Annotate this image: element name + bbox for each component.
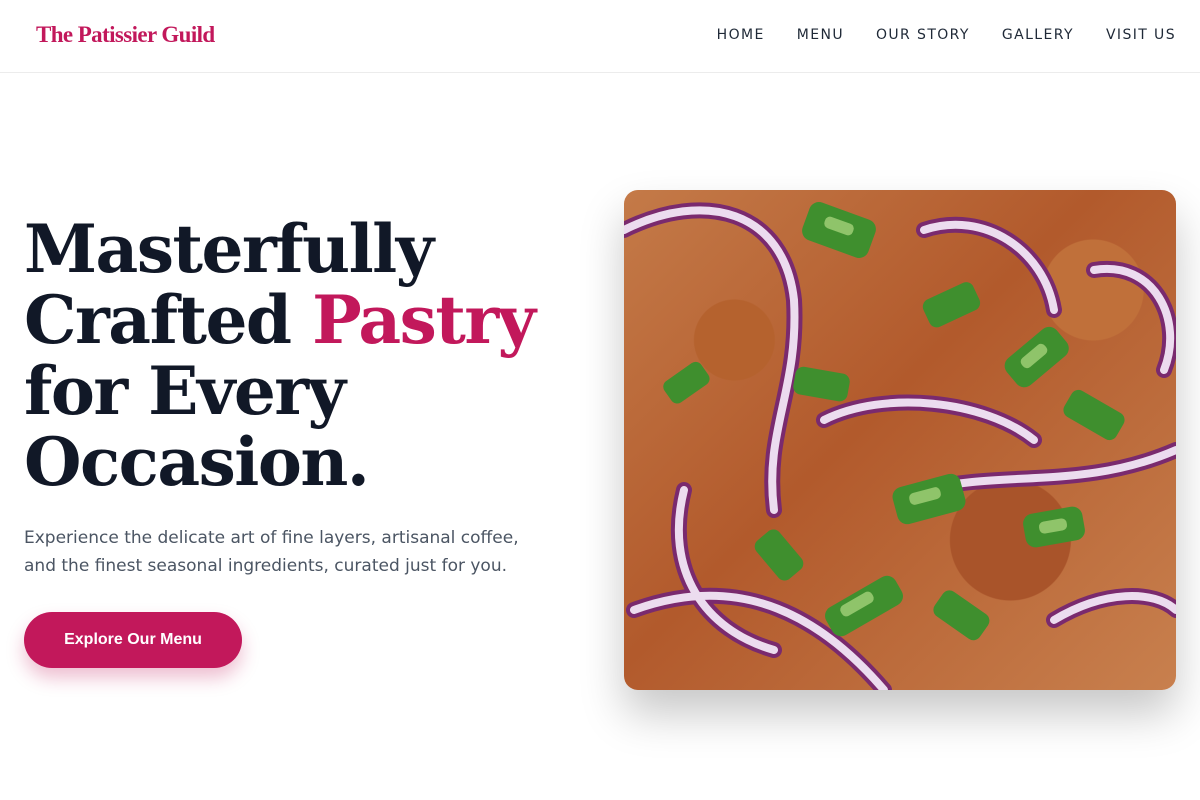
- hero-title-line-2: Crafted Pastry: [24, 285, 584, 356]
- brand-logo[interactable]: The Patissier Guild: [36, 22, 215, 48]
- nav-gallery-link[interactable]: GALLERY: [1002, 27, 1074, 43]
- nav-home-link[interactable]: HOME: [717, 27, 765, 43]
- hero-title-line-4: Occasion.: [24, 423, 370, 501]
- hero-title: Masterfully Crafted Pastry for Every Occ…: [24, 214, 584, 498]
- hero-title-accent-word: Pastry: [312, 281, 536, 359]
- nav-visit-us-link[interactable]: VISIT US: [1106, 27, 1176, 43]
- hero-title-crafted: Crafted: [24, 281, 313, 359]
- nav-our-story-link[interactable]: OUR STORY: [876, 27, 970, 43]
- hero-subtitle: Experience the delicate art of fine laye…: [24, 524, 564, 580]
- hero-subtitle-line-2: and the finest seasonal ingredients, cur…: [24, 556, 507, 576]
- food-illustration: [624, 202, 1176, 690]
- hero-subtitle-line-1: Experience the delicate art of fine laye…: [24, 528, 519, 548]
- nav-menu-link[interactable]: MENU: [797, 27, 844, 43]
- hero-title-line-3: for Every: [24, 352, 346, 430]
- top-navbar: The Patissier Guild HOME MENU OUR STORY …: [0, 0, 1200, 73]
- explore-menu-button[interactable]: Explore Our Menu: [24, 612, 242, 668]
- hero-food-image: [624, 190, 1176, 690]
- main-nav: HOME MENU OUR STORY GALLERY VISIT US: [717, 27, 1176, 43]
- hero-title-line-1: Masterfully: [24, 210, 434, 288]
